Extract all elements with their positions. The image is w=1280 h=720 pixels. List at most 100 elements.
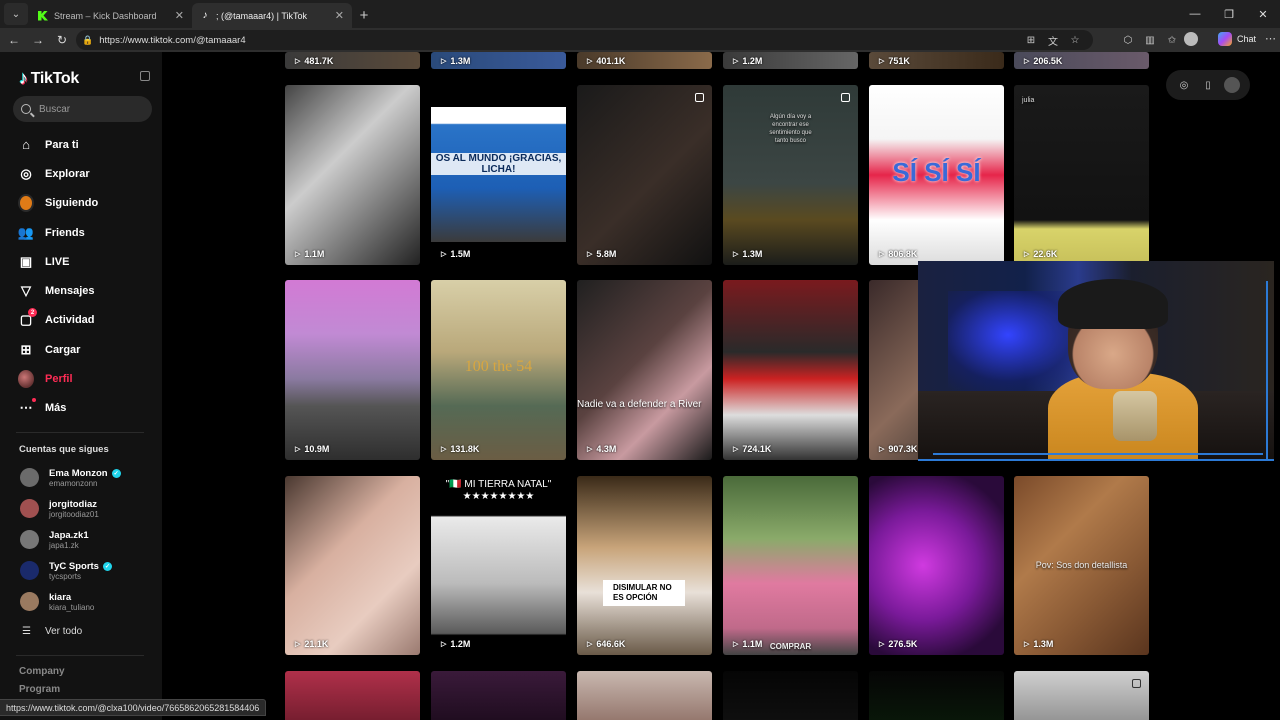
- video-thumbnail[interactable]: DISIMULAR NO ES OPCIÓN ▷ 646.6K: [577, 476, 712, 655]
- collapse-sidebar-icon[interactable]: [140, 71, 150, 81]
- extension-icon[interactable]: ⬡: [1118, 32, 1138, 48]
- minimize-icon[interactable]: —: [1178, 0, 1212, 28]
- video-thumbnail[interactable]: 100 the 54 ▷ 131.8K: [431, 280, 566, 460]
- video-thumbnail[interactable]: [1014, 671, 1149, 720]
- video-thumbnail[interactable]: ▷ 1.2M: [723, 52, 858, 69]
- split-screen-icon[interactable]: ▥: [1140, 32, 1160, 48]
- webcam-overlay: [918, 261, 1274, 461]
- address-bar-icons: ⊞ 文 ☆: [1022, 32, 1084, 48]
- view-count: 1.2M: [742, 56, 763, 66]
- link-status-bar: https://www.tiktok.com/@clxa100/video/76…: [0, 699, 267, 716]
- video-thumbnail[interactable]: ▷ 724.1K: [723, 280, 858, 460]
- avatar[interactable]: [1224, 77, 1240, 93]
- following-item[interactable]: kiara kiara_tuliano: [0, 586, 162, 617]
- profile-avatar-icon[interactable]: [1184, 32, 1198, 46]
- video-thumbnail[interactable]: ▷ 1.1M: [285, 85, 420, 265]
- tiktok-note-icon: ♪: [19, 68, 28, 88]
- following-item[interactable]: jorgitodiaz jorgitoodiaz01: [0, 493, 162, 524]
- video-thumbnail[interactable]: [869, 671, 1004, 720]
- search-input[interactable]: [39, 103, 139, 115]
- tab-actions-menu[interactable]: ⌄: [4, 3, 28, 25]
- back-icon[interactable]: ←: [2, 28, 26, 52]
- play-icon: ▷: [733, 446, 739, 453]
- app-available-icon[interactable]: ⊞: [1022, 32, 1040, 48]
- video-thumbnail[interactable]: COMPRAR ▷ 1.1M: [723, 476, 858, 655]
- tiktok-logo[interactable]: ♪ TikTok: [19, 68, 79, 89]
- forward-icon[interactable]: →: [26, 28, 50, 52]
- video-thumbnail[interactable]: SÍ SÍ SÍ ▷ 806.8K: [869, 85, 1004, 265]
- upload-icon: ⊞: [20, 341, 32, 357]
- video-thumbnail[interactable]: Nadie va a defender a River ▷ 4.3M: [577, 280, 712, 460]
- video-thumbnail[interactable]: [431, 671, 566, 720]
- sidebar-item-mensajes[interactable]: ▽ Mensajes: [0, 276, 162, 305]
- copilot-chat-button[interactable]: Chat: [1218, 32, 1256, 46]
- video-thumbnail[interactable]: ▷ 751K: [869, 52, 1004, 69]
- video-thumbnail[interactable]: [577, 671, 712, 720]
- play-icon: ▷: [441, 251, 447, 258]
- video-thumbnail[interactable]: ▷ 206.5K: [1014, 52, 1149, 69]
- view-count: 1.5M: [450, 249, 471, 259]
- more-icon: ⋯: [18, 398, 36, 416]
- kick-icon: [38, 10, 48, 21]
- video-thumbnail[interactable]: OS AL MUNDO ¡GRACIAS, LICHA! ▷ 1.5M: [431, 85, 566, 265]
- live-icon: ▣: [19, 253, 33, 269]
- lock-icon: 🔒: [82, 34, 94, 45]
- see-all-button[interactable]: ☰ Ver todo: [0, 617, 162, 645]
- video-thumbnail[interactable]: ▷ 481.7K: [285, 52, 420, 69]
- favorites-icon[interactable]: ✩: [1162, 32, 1182, 48]
- sidebar-item-explorar[interactable]: ◎ Explorar: [0, 159, 162, 188]
- close-tab-icon[interactable]: ✕: [335, 9, 344, 22]
- sidebar-item-actividad[interactable]: ▢ 2 Actividad: [0, 306, 162, 335]
- video-thumbnail[interactable]: ▷ 10.9M: [285, 280, 420, 460]
- sidebar-item-friends[interactable]: 👥 Friends: [0, 218, 162, 247]
- play-icon: ▷: [441, 641, 447, 648]
- video-thumbnail[interactable]: ▷ 21.1K: [285, 476, 420, 655]
- avatar: [20, 468, 39, 487]
- favorite-star-icon[interactable]: ☆: [1066, 32, 1084, 48]
- video-thumbnail[interactable]: ▷ 401.1K: [577, 52, 712, 69]
- following-item[interactable]: Japa.zk1 japa1.zk: [0, 524, 162, 555]
- compass-icon: ◎: [20, 165, 32, 181]
- following-avatar-icon: [18, 194, 34, 213]
- new-tab-button[interactable]: +: [352, 3, 376, 28]
- video-thumbnail[interactable]: ▷ 1.3M: [431, 52, 566, 69]
- following-item[interactable]: Ema Monzon ✓ emamonzonn: [0, 462, 162, 493]
- sidebar-item-perfil[interactable]: Perfil: [0, 364, 162, 393]
- close-tab-icon[interactable]: ✕: [175, 9, 184, 22]
- translate-icon[interactable]: 文: [1044, 32, 1062, 48]
- video-thumbnail[interactable]: ▷ 5.8M: [577, 85, 712, 265]
- view-count: 724.1K: [742, 444, 772, 454]
- browser-tab-bar: ⌄ Stream – Kick Dashboard ✕ ♪ ; (@tamaaa…: [0, 0, 1280, 28]
- tab-title: Stream – Kick Dashboard: [54, 10, 157, 21]
- video-thumbnail[interactable]: Pov: Sos don detallista ▷ 1.3M: [1014, 476, 1149, 655]
- refresh-icon[interactable]: ↻: [50, 28, 74, 52]
- browser-tab-kick[interactable]: Stream – Kick Dashboard ✕: [30, 3, 192, 28]
- restore-icon[interactable]: ❐: [1212, 0, 1246, 28]
- footer-link-company[interactable]: Company: [19, 666, 65, 677]
- close-window-icon[interactable]: ✕: [1246, 0, 1280, 28]
- phone-icon[interactable]: ▯: [1200, 77, 1216, 93]
- following-item[interactable]: TyC Sports ✓ tycsports: [0, 555, 162, 586]
- sidebar-item-cargar[interactable]: ⊞ Cargar: [0, 335, 162, 364]
- profile-avatar-icon: [18, 370, 34, 389]
- sidebar-item-live[interactable]: ▣ LIVE: [0, 247, 162, 276]
- browser-tab-tiktok[interactable]: ♪ ; (@tamaaar4) | TikTok ✕: [192, 3, 352, 28]
- sidebar-item-mas[interactable]: ⋯ Más: [0, 394, 162, 423]
- window-controls: — ❐ ✕: [1178, 0, 1280, 28]
- video-caption: SÍ SÍ SÍ: [892, 157, 981, 187]
- address-bar[interactable]: 🔒 https://www.tiktok.com/@tamaaar4: [76, 30, 1093, 50]
- more-options-icon[interactable]: ⋯: [1265, 32, 1276, 45]
- verified-icon: ✓: [111, 468, 121, 478]
- video-thumbnail[interactable]: [285, 671, 420, 720]
- footer-link-program[interactable]: Program: [19, 684, 60, 695]
- video-thumbnail[interactable]: Algún día voy a encontrar ese sentimient…: [723, 85, 858, 265]
- video-thumbnail[interactable]: "🇮🇹 MI TIERRA NATAL" ★★★★★★★★ ▷ 1.2M: [431, 476, 566, 655]
- compass-icon[interactable]: ◎: [1176, 77, 1192, 93]
- sidebar-item-siguiendo[interactable]: Siguiendo: [0, 189, 162, 218]
- video-thumbnail[interactable]: julia ▷ 22.6K: [1014, 85, 1149, 265]
- sidebar-item-para-ti[interactable]: ⌂ Para ti: [0, 130, 162, 159]
- video-thumbnail[interactable]: [723, 671, 858, 720]
- video-thumbnail[interactable]: ▷ 276.5K: [869, 476, 1004, 655]
- search-box[interactable]: [13, 96, 152, 122]
- play-icon: ▷: [295, 641, 301, 648]
